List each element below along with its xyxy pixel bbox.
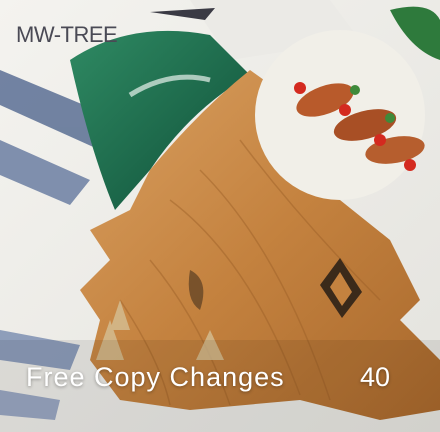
product-tile[interactable]: MW-TREE Free Copy Changes 40 [0, 0, 440, 432]
product-caption: Free Copy Changes [26, 362, 285, 392]
product-count: 40 [360, 362, 391, 392]
product-sku-label: MW-TREE [16, 22, 118, 47]
